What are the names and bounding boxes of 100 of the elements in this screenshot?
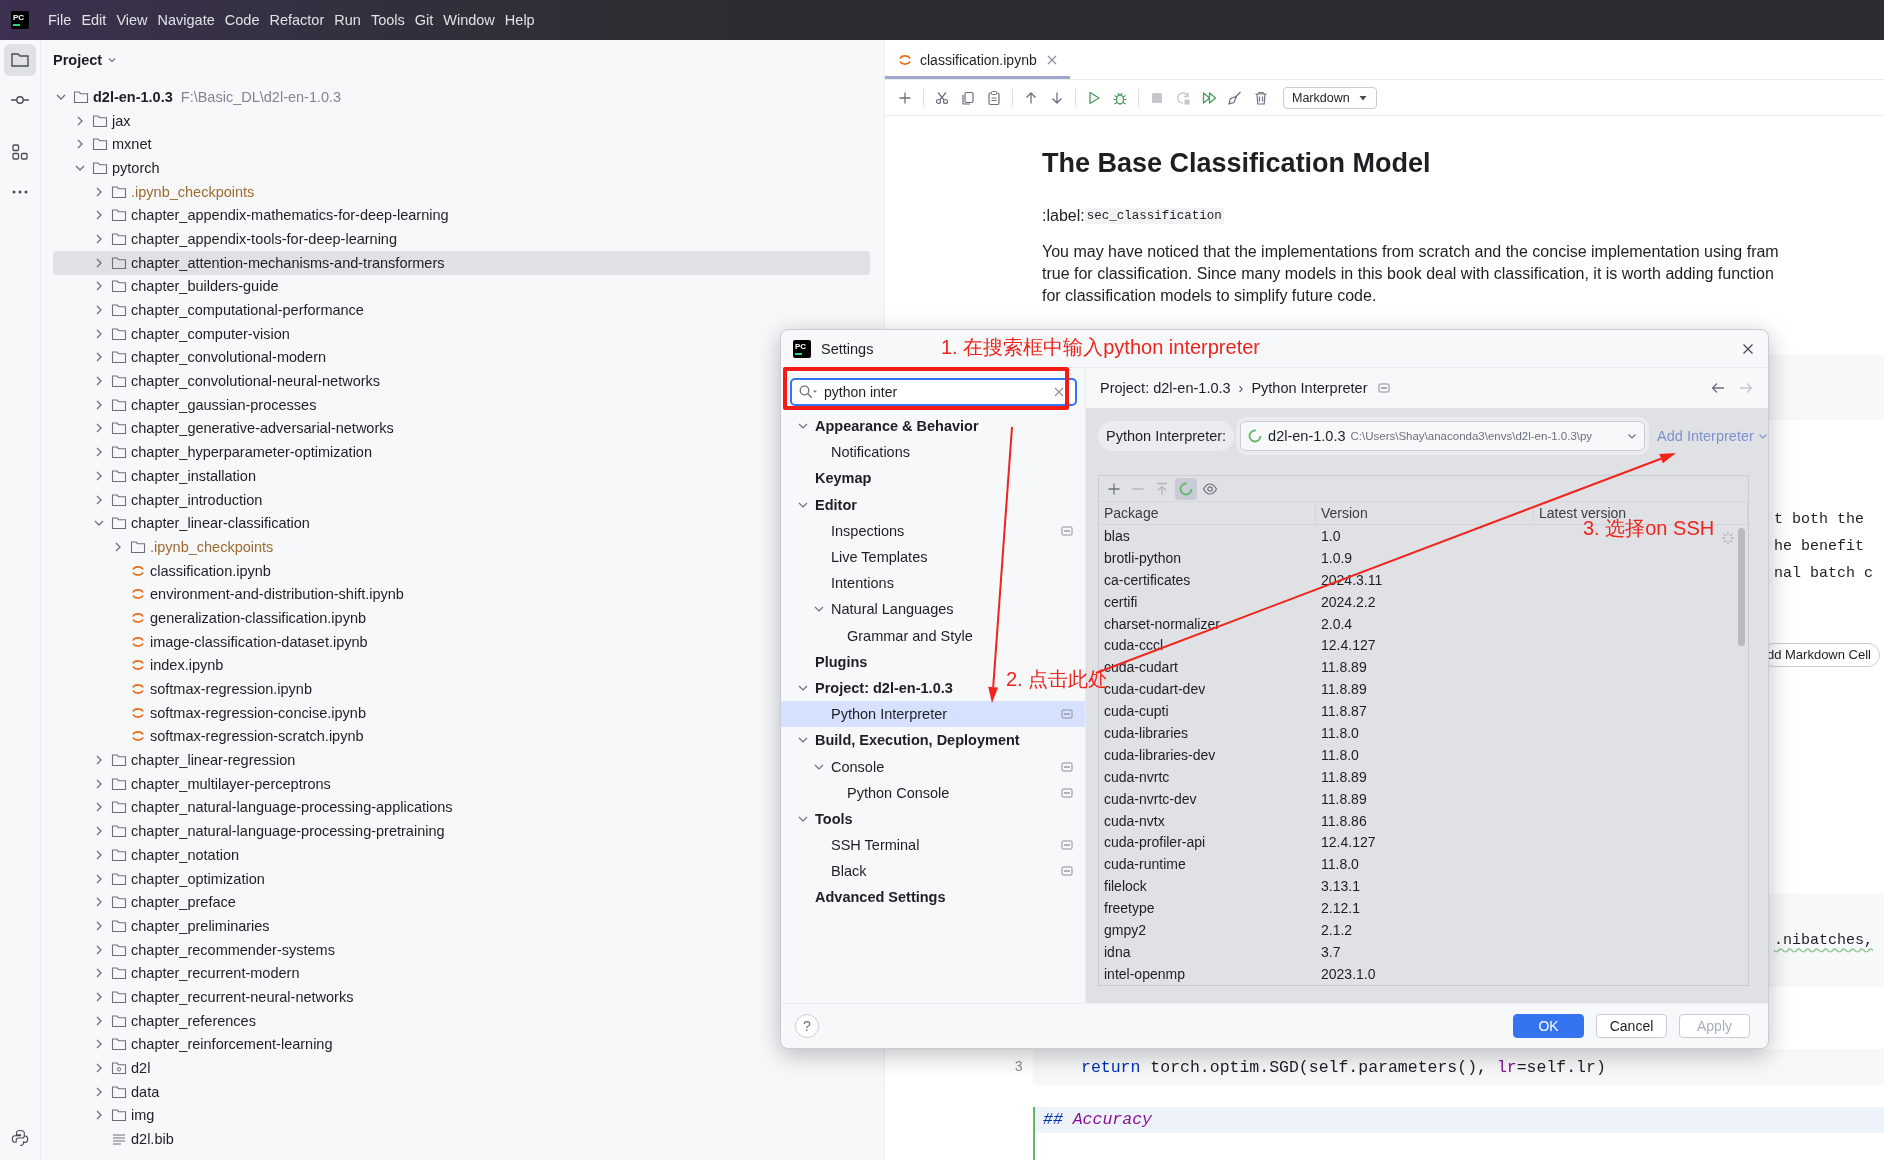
trash-icon[interactable] [1253, 89, 1269, 106]
copy-icon[interactable] [960, 89, 976, 106]
menu-item[interactable]: Navigate [152, 9, 220, 31]
tree-item[interactable]: .ipynb_checkpoints [53, 535, 274, 559]
settings-nav-item[interactable]: Notifications [781, 439, 920, 466]
settings-nav-item[interactable]: Inspections [781, 517, 1085, 544]
tree-item[interactable]: chapter_natural-language-processing-pretraining [53, 819, 445, 843]
menu-item[interactable]: Git [409, 9, 439, 31]
tree-item[interactable]: chapter_hyperparameter-optimization [53, 440, 372, 464]
scrollbar[interactable] [1738, 528, 1745, 646]
settings-nav-item[interactable]: Build, Execution, Deployment [781, 727, 1030, 754]
editor-tab[interactable]: classification.ipynb [885, 40, 1070, 79]
broom-icon[interactable] [1227, 89, 1243, 106]
settings-nav-item[interactable]: Live Templates [781, 543, 938, 571]
menu-item[interactable]: Run [329, 9, 366, 31]
tree-item[interactable]: d2l.bib [53, 1127, 174, 1151]
tree-item[interactable]: chapter_computer-vision [53, 321, 290, 346]
cell-type-dropdown[interactable]: Markdown [1283, 86, 1377, 109]
arrow-left-icon[interactable] [1710, 380, 1726, 396]
menu-item[interactable]: Help [499, 9, 540, 31]
tree-item[interactable]: classification.ipynb [53, 558, 271, 583]
restart-icon[interactable] [1175, 89, 1191, 106]
search-field[interactable]: python inter [790, 378, 1077, 406]
tree-item[interactable]: chapter_appendix-mathematics-for-deep-learning [53, 203, 449, 228]
settings-nav-item[interactable]: Natural Languages [781, 596, 964, 623]
folder-icon [111, 917, 127, 934]
cancel-button[interactable]: Cancel [1596, 1014, 1667, 1038]
settings-nav-item[interactable]: Project: d2l-en-1.0.3 [781, 674, 963, 702]
tree-item[interactable]: softmax-regression.ipynb [53, 677, 312, 701]
tree-item[interactable]: img [53, 1103, 155, 1128]
tree-item[interactable]: d2l-en-1.0.3 F:\Basic_DL\d2l-en-1.0.3 [53, 85, 342, 109]
tree-item[interactable]: chapter_convolutional-modern [53, 345, 327, 370]
tree-item[interactable]: d2l [53, 1056, 151, 1080]
tree-item[interactable]: chapter_linear-regression [53, 748, 296, 772]
tree-item[interactable]: chapter_preface [53, 890, 236, 915]
settings-nav-item[interactable]: Editor [781, 491, 867, 518]
settings-nav-item[interactable]: Grammar and Style [781, 622, 983, 649]
settings-nav-item[interactable]: Advanced Settings [781, 884, 956, 911]
column-header[interactable]: Version [1316, 502, 1534, 524]
breadcrumb-item[interactable]: Python Interpreter [1251, 380, 1368, 396]
scissors-icon[interactable] [934, 89, 950, 106]
tree-item[interactable]: chapter_preliminaries [53, 914, 270, 938]
menu-item[interactable]: Edit [76, 9, 112, 31]
tree-item[interactable]: .ipynb_checkpoints [53, 179, 255, 204]
tree-item[interactable]: chapter_multilayer-perceptrons [53, 771, 331, 796]
tree-item[interactable]: chapter_references [53, 1008, 256, 1033]
settings-nav-item[interactable]: Keymap [781, 465, 882, 492]
tree-item[interactable]: chapter_recurrent-neural-networks [53, 985, 354, 1009]
tree-item[interactable]: chapter_attention-mechanisms-and-transformers [53, 250, 870, 275]
tree-item[interactable]: chapter_optimization [53, 866, 265, 891]
tree-item[interactable]: chapter_computational-performance [53, 298, 364, 322]
tree-item[interactable]: chapter_linear-classification [53, 511, 310, 536]
settings-nav-item[interactable]: Python Console [781, 779, 1085, 806]
tree-item[interactable]: data [53, 1079, 160, 1104]
tree-item[interactable]: index.ipynb [53, 653, 224, 678]
paste-icon[interactable] [986, 89, 1002, 106]
tree-item[interactable]: chapter_reinforcement-learning [53, 1032, 333, 1057]
tree-item[interactable]: chapter_recommender-systems [53, 937, 335, 962]
menu-item[interactable]: Refactor [264, 9, 330, 31]
tree-item[interactable]: softmax-regression-scratch.ipynb [53, 724, 364, 749]
tree-item[interactable]: chapter_introduction [53, 487, 263, 512]
tree-item[interactable]: chapter_installation [53, 464, 256, 488]
project-tool-button[interactable] [4, 44, 36, 76]
tree-item[interactable]: pytorch [53, 156, 160, 180]
tree-item[interactable]: chapter_natural-language-processing-applications [53, 795, 453, 820]
menu-item[interactable]: File [43, 9, 77, 31]
tree-item[interactable]: chapter_builders-guide [53, 274, 279, 299]
menu-item[interactable]: View [111, 9, 153, 31]
menu-item[interactable]: Window [438, 9, 500, 31]
tree-item[interactable]: image-classification-dataset.ipynb [53, 629, 368, 654]
breadcrumb-item[interactable]: Project: d2l-en-1.0.3 [1100, 380, 1231, 396]
ok-button[interactable]: OK [1513, 1014, 1584, 1038]
run-icon[interactable] [1086, 89, 1102, 106]
column-header[interactable]: Package [1099, 502, 1316, 524]
panel-title[interactable]: Project [53, 52, 103, 68]
tree-item[interactable]: generalization-classification.ipynb [53, 606, 366, 630]
settings-nav-item[interactable]: Python Interpreter [781, 701, 1085, 728]
table-cell-text: cuda-nvrtc-dev [1103, 790, 1198, 807]
settings-nav-item[interactable]: Black [781, 858, 1085, 885]
settings-nav-item[interactable]: Intentions [781, 570, 904, 597]
tree-item[interactable]: chapter_convolutional-neural-networks [53, 369, 381, 393]
run-all-icon[interactable] [1201, 89, 1217, 106]
settings-nav-item[interactable]: Plugins [781, 648, 878, 675]
tree-item[interactable]: chapter_notation [53, 843, 240, 867]
table-cell-text: 12.4.127 [1320, 637, 1377, 654]
settings-nav-item[interactable]: SSH Terminal [781, 832, 1085, 859]
settings-nav-item[interactable]: Tools [781, 805, 863, 832]
menu-item[interactable]: Code [219, 9, 265, 31]
settings-nav-item[interactable]: Appearance & Behavior [781, 413, 989, 440]
tree-item[interactable]: softmax-regression-concise.ipynb [53, 700, 366, 725]
tree-item[interactable]: jax [53, 108, 131, 133]
tree-item[interactable]: chapter_appendix-tools-for-deep-learning [53, 227, 397, 251]
tree-item[interactable]: environment-and-distribution-shift.ipynb [53, 582, 404, 607]
menu-item[interactable]: Tools [365, 9, 410, 31]
tree-item[interactable]: chapter_recurrent-modern [53, 961, 300, 986]
tree-item[interactable]: chapter_generative-adversarial-networks [53, 416, 394, 441]
tree-item[interactable]: chapter_gaussian-processes [53, 392, 317, 417]
tree-item[interactable]: mxnet [53, 132, 152, 157]
settings-nav-item[interactable]: Console [781, 753, 1085, 780]
help-button[interactable]: ? [795, 1014, 819, 1038]
